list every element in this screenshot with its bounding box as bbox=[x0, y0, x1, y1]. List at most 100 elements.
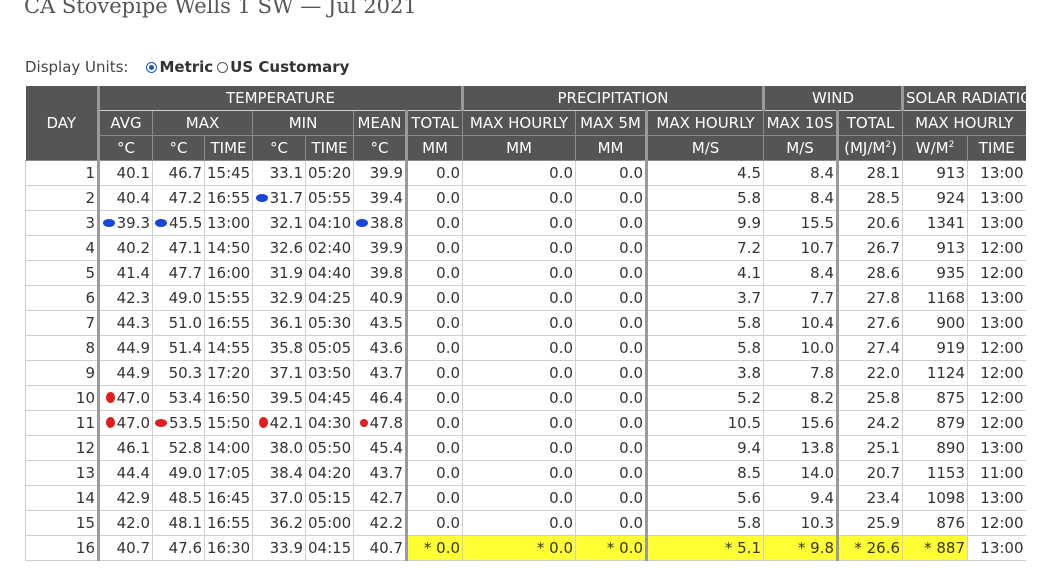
cell-value: 38.8 bbox=[370, 214, 404, 232]
cell-value: 43.7 bbox=[369, 464, 403, 482]
header-solar-total: TOTAL bbox=[836, 110, 903, 136]
cell-value: 13:00 bbox=[980, 214, 1024, 232]
cell-value: * 9.8 bbox=[797, 539, 835, 557]
cell-value: 12:00 bbox=[980, 364, 1024, 382]
cell-s-hr: 913 bbox=[902, 235, 968, 261]
cell-value: 37.1 bbox=[269, 364, 303, 382]
table-row: 7 44.3 51.0 16:55 36.1 05:30 43.5 0.0 0.0 0.0 5.8 1… bbox=[25, 310, 1026, 336]
cell-value: 900 bbox=[936, 314, 966, 332]
cell-value: 05:00 bbox=[308, 514, 352, 532]
cell-value: 9 bbox=[85, 364, 95, 382]
cell-min-t: 05:30 bbox=[305, 310, 354, 336]
cell-value: 1153 bbox=[926, 464, 966, 482]
cell-value: 15.6 bbox=[800, 414, 835, 432]
metric-label[interactable]: Metric bbox=[159, 58, 213, 76]
cell-value: 7.7 bbox=[810, 289, 835, 307]
cell-p-5m: 0.0 bbox=[575, 285, 647, 311]
cell-p-hr: 0.0 bbox=[462, 310, 576, 336]
cell-s-tot: 25.1 bbox=[836, 435, 903, 461]
cell-day: 3 bbox=[25, 210, 99, 236]
cell-w-hr: 9.4 bbox=[645, 435, 764, 461]
us-customary-radio-option[interactable]: US Customary bbox=[217, 58, 349, 76]
cell-s-t: 12:00 bbox=[967, 360, 1026, 386]
us-customary-radio[interactable] bbox=[217, 61, 229, 73]
cell-value: 12:00 bbox=[980, 514, 1024, 532]
cell-value: 919 bbox=[936, 339, 966, 357]
cell-min-t: 04:45 bbox=[305, 385, 354, 411]
cell-avg: 40.1 bbox=[97, 160, 153, 186]
cell-value: 04:40 bbox=[308, 264, 352, 282]
cell-w-10s: 10.3 bbox=[763, 510, 838, 536]
metric-radio-option[interactable]: Metric bbox=[146, 58, 213, 76]
cell-value: 28.5 bbox=[866, 189, 901, 207]
cell-mean: 38.8 bbox=[353, 210, 407, 236]
cell-p-hr: 0.0 bbox=[462, 410, 576, 436]
cell-p-tot: 0.0 bbox=[404, 235, 463, 261]
display-units-label: Display Units: bbox=[25, 58, 129, 76]
table-row: 1 40.1 46.7 15:45 33.1 05:20 39.9 0.0 0.0 0.0 4.5 8… bbox=[25, 160, 1026, 186]
cell-value: 913 bbox=[936, 164, 966, 182]
cell-value: 17:20 bbox=[207, 364, 251, 382]
cell-p-5m: 0.0 bbox=[575, 260, 647, 286]
table-row: 14 42.9 48.5 16:45 37.0 05:15 42.7 0.0 0.0 0.0 5.6… bbox=[25, 485, 1026, 511]
cell-max: 48.1 bbox=[152, 510, 205, 536]
page-title: CA Stovepipe Wells 1 SW — Jul 2021 bbox=[24, 0, 417, 18]
cell-value: 42.7 bbox=[369, 489, 403, 507]
cell-value: 5.8 bbox=[737, 339, 762, 357]
cell-w-10s: 10.4 bbox=[763, 310, 838, 336]
metric-radio[interactable] bbox=[146, 61, 158, 73]
table-row: 16 40.7 47.6 16:30 33.9 04:15 40.7 * 0.0 * 0.0 * … bbox=[25, 535, 1026, 561]
cell-s-t: 12:00 bbox=[967, 260, 1026, 286]
cell-value: 40.4 bbox=[116, 189, 150, 207]
cell-mean: 43.7 bbox=[353, 460, 407, 486]
cell-min-t: 05:20 bbox=[305, 160, 354, 186]
cell-value: 26.7 bbox=[866, 239, 901, 257]
cell-value: 48.1 bbox=[168, 514, 202, 532]
cell-value: 14:55 bbox=[207, 339, 251, 357]
cell-value: 0.0 bbox=[436, 189, 461, 207]
cell-value: 05:15 bbox=[308, 489, 352, 507]
cell-mean: 45.4 bbox=[353, 435, 407, 461]
cell-min-t: 05:50 bbox=[305, 435, 354, 461]
cell-max-t: 16:45 bbox=[204, 485, 253, 511]
us-customary-label[interactable]: US Customary bbox=[230, 58, 349, 76]
cell-p-tot: 0.0 bbox=[404, 410, 463, 436]
cell-s-tot: 26.7 bbox=[836, 235, 903, 261]
cell-value: 4.1 bbox=[737, 264, 762, 282]
cell-value: 04:45 bbox=[308, 389, 352, 407]
cell-max-t: 14:00 bbox=[204, 435, 253, 461]
cell-day: 15 bbox=[25, 510, 99, 536]
cell-w-hr: 7.2 bbox=[645, 235, 764, 261]
cell-value: 41.4 bbox=[116, 264, 150, 282]
cell-value: 8.4 bbox=[810, 189, 835, 207]
unit-precip-total-mm: MM bbox=[404, 135, 463, 161]
cell-p-5m: 0.0 bbox=[575, 360, 647, 386]
cell-value: 42.0 bbox=[116, 514, 150, 532]
cell-value: 16:50 bbox=[207, 389, 251, 407]
header-max: MAX bbox=[152, 110, 253, 136]
cell-value: 8.2 bbox=[810, 389, 835, 407]
cell-p-tot: 0.0 bbox=[404, 460, 463, 486]
cell-max: 51.4 bbox=[152, 335, 205, 361]
cell-s-hr: 876 bbox=[902, 510, 968, 536]
cell-value: 9.4 bbox=[810, 489, 835, 507]
cell-s-hr: 924 bbox=[902, 185, 968, 211]
cell-value: 12:00 bbox=[980, 264, 1024, 282]
cell-day: 8 bbox=[25, 335, 99, 361]
cell-avg: 44.3 bbox=[97, 310, 153, 336]
cell-s-hr: 1168 bbox=[902, 285, 968, 311]
cell-value: 0.0 bbox=[549, 239, 574, 257]
cell-max-t: 16:30 bbox=[204, 535, 253, 561]
cell-p-tot: 0.0 bbox=[404, 385, 463, 411]
record-high-dot-icon bbox=[105, 417, 115, 428]
cell-min: 37.1 bbox=[252, 360, 306, 386]
cell-value: 40.2 bbox=[116, 239, 150, 257]
header-avg: AVG bbox=[97, 110, 153, 136]
cell-s-tot: 27.8 bbox=[836, 285, 903, 311]
cell-avg: 40.4 bbox=[97, 185, 153, 211]
cell-value: 14:00 bbox=[207, 439, 251, 457]
cell-value: 890 bbox=[936, 439, 966, 457]
cell-max: 47.7 bbox=[152, 260, 205, 286]
cell-day: 14 bbox=[25, 485, 99, 511]
cell-value: 25.1 bbox=[866, 439, 901, 457]
